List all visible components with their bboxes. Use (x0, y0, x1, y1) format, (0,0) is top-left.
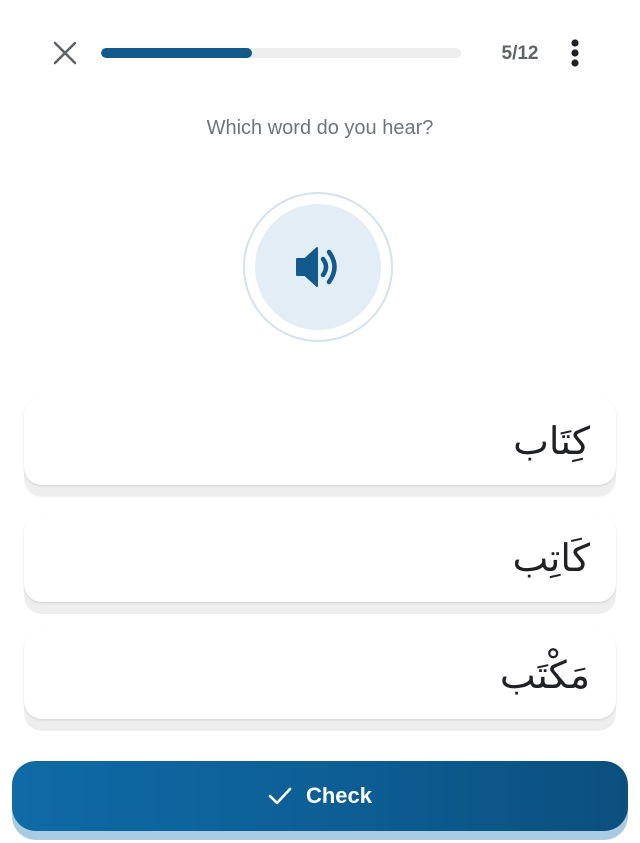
listening-exercise-screen: 5/12 Which word do you hear? كِتَاب كَات… (0, 0, 640, 843)
play-audio-button[interactable] (243, 192, 393, 342)
question-counter: 5/12 (501, 43, 539, 64)
speaker-icon (296, 247, 337, 287)
more-options-button[interactable] (560, 36, 590, 70)
question-prompt: Which word do you hear? (206, 117, 434, 139)
answer-option-text: كَاتِب (512, 536, 590, 580)
answer-option-card[interactable]: كِتَاب (24, 397, 616, 485)
progress-bar-fill (101, 48, 253, 58)
answer-option[interactable]: مَكْتَب (24, 631, 616, 731)
check-button[interactable]: Check (12, 761, 628, 831)
answer-option-text: كِتَاب (513, 419, 590, 463)
progress-bar (101, 48, 461, 58)
answer-option-card[interactable]: مَكْتَب (24, 631, 616, 719)
checkmark-icon (268, 787, 292, 805)
play-audio-button-inner (255, 204, 381, 330)
check-button-label: Check (305, 783, 373, 808)
answer-option[interactable]: كَاتِب (24, 514, 616, 614)
close-icon (53, 41, 77, 65)
more-vertical-icon (571, 39, 579, 67)
answer-option-text: مَكْتَب (499, 653, 590, 697)
answer-option[interactable]: كِتَاب (24, 397, 616, 497)
close-button[interactable] (48, 36, 82, 70)
answer-option-card[interactable]: كَاتِب (24, 514, 616, 602)
